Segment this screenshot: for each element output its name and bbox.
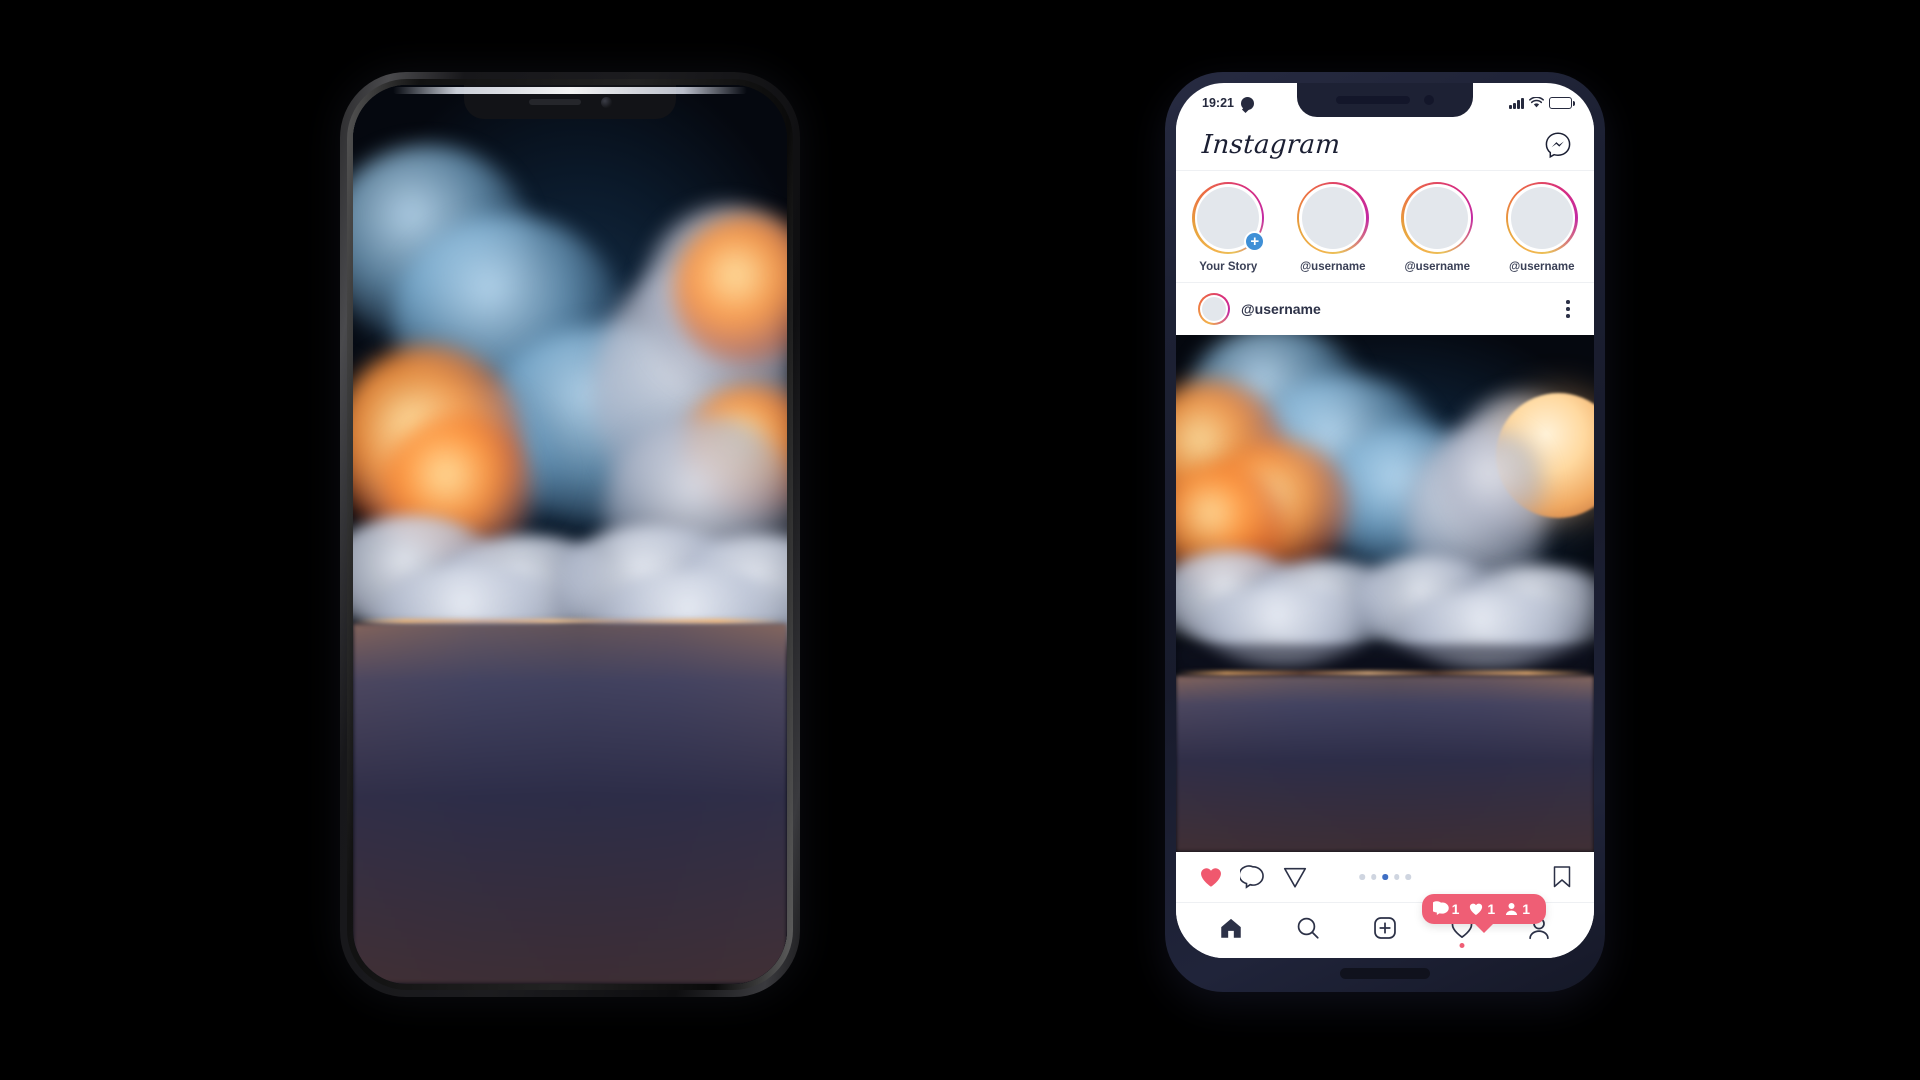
instagram-logo: Instagram — [1200, 129, 1342, 160]
story-item-2[interactable]: @username — [1393, 182, 1481, 273]
notif-follower-count: 1 — [1522, 901, 1530, 917]
heart-filled-icon — [1470, 903, 1483, 915]
wifi-icon — [1529, 97, 1544, 108]
notif-likes: 1 — [1468, 901, 1495, 917]
left-phone-device — [340, 72, 800, 997]
status-bar-left: 19:21 — [1202, 96, 1254, 110]
activity-unread-dot — [1459, 942, 1465, 948]
right-phone-device: 19:21 Instagram + Your Story @username @… — [1165, 72, 1605, 992]
avatar — [1301, 186, 1364, 250]
story-avatar-wrap[interactable] — [1505, 182, 1578, 254]
story-avatar-wrap[interactable] — [1296, 182, 1369, 254]
status-bar: 19:21 — [1176, 83, 1594, 119]
status-bar-right — [1509, 97, 1576, 109]
carousel-indicator — [1359, 874, 1411, 880]
earpiece-speaker-icon — [528, 99, 581, 105]
story-gradient-ring — [1296, 182, 1369, 254]
stories-tray[interactable]: + Your Story @username @username @userna… — [1176, 171, 1594, 283]
story-label: @username — [1508, 261, 1575, 273]
more-options-icon[interactable] — [1562, 296, 1574, 321]
smoke-puff — [1441, 430, 1546, 545]
story-avatar-wrap[interactable]: + — [1192, 182, 1266, 254]
heart-filled-icon[interactable] — [1198, 864, 1224, 890]
story-gradient-ring — [1401, 182, 1474, 254]
battery-icon — [1549, 97, 1576, 109]
post-actions: 1 1 1 — [1176, 852, 1594, 933]
bookmark-icon[interactable] — [1550, 864, 1574, 890]
messenger-icon[interactable] — [1544, 131, 1572, 159]
story-item-your-story[interactable]: + Your Story — [1184, 182, 1272, 273]
story-item-3[interactable]: @username — [1498, 182, 1586, 273]
nav-item-search[interactable] — [1295, 915, 1321, 941]
nav-item-home[interactable] — [1218, 915, 1244, 941]
avatar — [1510, 186, 1573, 250]
add-story-plus-icon[interactable]: + — [1244, 231, 1266, 252]
notif-comments: 1 — [1432, 901, 1460, 917]
app-header: Instagram — [1176, 119, 1594, 171]
artwork-water — [1176, 676, 1594, 852]
nav-item-create[interactable] — [1372, 915, 1398, 941]
post-author-avatar[interactable] — [1198, 293, 1230, 325]
carousel-dot[interactable] — [1393, 874, 1400, 880]
story-label: @username — [1299, 261, 1366, 273]
scene-root: 19:21 Instagram + Your Story @username @… — [0, 0, 1920, 1080]
post-header: @username — [1176, 283, 1594, 335]
screen-top-glint — [393, 87, 747, 94]
carousel-dot[interactable] — [1359, 874, 1365, 880]
post-media[interactable] — [1176, 335, 1594, 852]
story-avatar-wrap[interactable] — [1401, 182, 1474, 254]
story-label: Your Story — [1199, 261, 1258, 273]
notification-badge[interactable]: 1 1 1 — [1421, 894, 1546, 933]
home-icon[interactable] — [1218, 915, 1244, 941]
message-bubble-icon — [1240, 96, 1254, 110]
post-author-name[interactable]: @username — [1241, 301, 1551, 317]
send-paper-plane-icon[interactable] — [1282, 864, 1308, 890]
comment-bubble-icon — [1432, 901, 1449, 915]
right-phone-screen: 19:21 Instagram + Your Story @username @… — [1176, 83, 1594, 958]
search-icon[interactable] — [1295, 915, 1321, 941]
front-camera-icon — [600, 96, 612, 108]
notif-like-count: 1 — [1487, 901, 1496, 917]
carousel-dot[interactable] — [1370, 874, 1377, 880]
notif-badge-tail — [1472, 922, 1495, 933]
cellular-bars-icon — [1509, 97, 1524, 109]
person-icon — [1506, 903, 1518, 915]
status-time: 19:21 — [1202, 96, 1234, 110]
avatar — [1406, 186, 1469, 250]
story-label: @username — [1404, 261, 1471, 273]
story-item-1[interactable]: @username — [1289, 182, 1377, 273]
notif-comment-count: 1 — [1451, 901, 1460, 917]
comment-bubble-icon[interactable] — [1240, 864, 1266, 890]
carousel-dot[interactable] — [1405, 874, 1411, 880]
carousel-dot-active[interactable] — [1382, 874, 1388, 880]
left-artwork — [353, 85, 787, 984]
left-phone-screen — [353, 85, 787, 984]
plus-square-icon[interactable] — [1372, 915, 1398, 941]
avatar — [1201, 296, 1227, 322]
post-artwork — [1176, 335, 1594, 852]
notif-followers: 1 — [1504, 901, 1530, 917]
artwork-water — [353, 624, 787, 984]
story-gradient-ring — [1505, 182, 1578, 254]
